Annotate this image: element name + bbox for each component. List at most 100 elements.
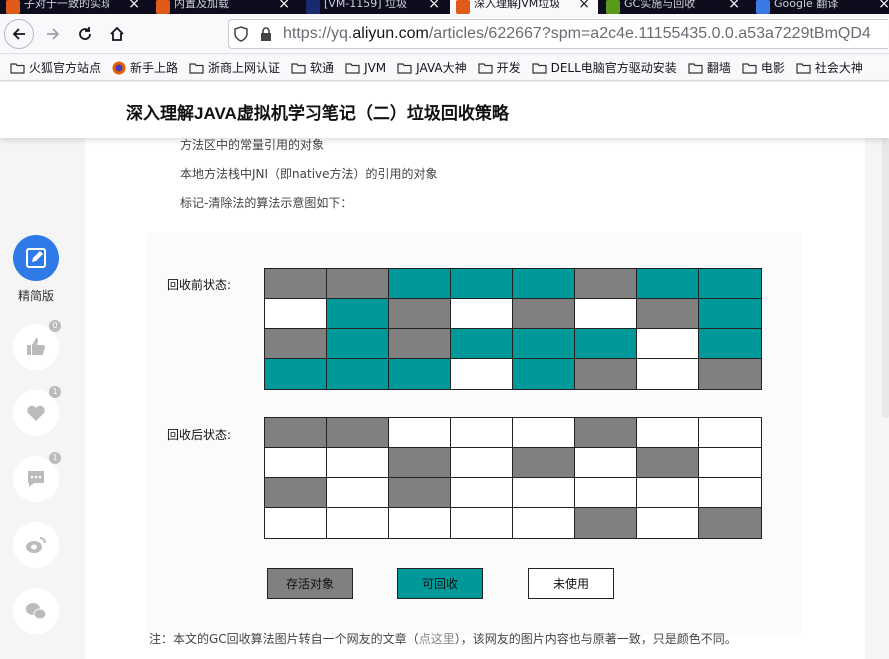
footnote-text-b: ），该网友的图片内容也与原著一致，只是颜色不同。 (454, 632, 737, 646)
bookmark-item[interactable]: JVM (345, 61, 386, 75)
before-cell-collect (451, 269, 513, 299)
tab-title: [VM-1159] 垃圾 (324, 0, 408, 9)
before-cell-collect (327, 329, 389, 359)
after-cell-free (389, 418, 451, 448)
before-cell-collect (699, 269, 761, 299)
before-cell-alive (389, 329, 451, 359)
like-count: 0 (49, 320, 61, 332)
bookmark-item[interactable]: 火狐官方站点 (10, 59, 101, 76)
article-content: 方法区中的常量引用的对象 本地方法栈中JNI（即native方法）的引用的对象 … (85, 138, 865, 659)
left-sidebar: 精简版 0 1 1 (0, 138, 85, 659)
after-cell-free (451, 508, 513, 538)
before-cell-free (637, 329, 699, 359)
tab-close-icon[interactable]: × (128, 0, 140, 12)
browser-tab[interactable]: 内置及加载 × (150, 0, 298, 14)
bookmark-item[interactable]: 浙商上网认证 (189, 59, 280, 76)
bookmark-label: 电影 (760, 61, 785, 75)
bookmark-item[interactable]: 新手上路 (112, 59, 178, 76)
browser-tab[interactable]: [VM-1159] 垃圾 × (300, 0, 448, 14)
legend-unused: 未使用 (528, 568, 614, 599)
before-cell-collect (327, 359, 389, 389)
bookmark-item[interactable]: 翻墙 (688, 59, 731, 76)
footnote: 注：本文的GC回收算法图片转自一个网友的文章（点这里），该网友的图片内容也与原著… (149, 630, 737, 647)
tab-close-icon[interactable]: × (578, 0, 590, 12)
after-cell-free (637, 478, 699, 508)
url-bar[interactable]: https://yq.aliyun.com/articles/622667?sp… (228, 19, 888, 49)
comment-count: 1 (49, 452, 61, 464)
browser-tab[interactable]: Google 翻译 × (750, 0, 889, 14)
after-cell-free (513, 418, 575, 448)
before-cell-alive (513, 299, 575, 329)
bookmark-label: DELL电脑官方驱动安装 (550, 61, 677, 75)
wechat-share-button[interactable] (13, 588, 59, 634)
before-cell-collect (513, 269, 575, 299)
tab-close-icon[interactable]: × (878, 0, 889, 12)
favorite-button[interactable]: 1 (13, 386, 61, 436)
bookmark-item[interactable]: DELL电脑官方驱动安装 (532, 59, 677, 76)
home-button[interactable] (102, 20, 132, 48)
footnote-link[interactable]: 点这里 (419, 632, 455, 646)
bookmark-item[interactable]: JAVA大神 (397, 59, 467, 76)
folder-icon (397, 62, 416, 74)
after-cell-alive (513, 448, 575, 478)
folder-icon (796, 62, 815, 74)
after-cell-alive (265, 478, 327, 508)
tab-close-icon[interactable]: × (278, 0, 290, 12)
bookmark-label: 软通 (310, 61, 335, 75)
comment-button[interactable]: 1 (13, 452, 61, 502)
shield-icon (234, 26, 248, 42)
folder-icon (345, 62, 364, 74)
before-cell-free (637, 359, 699, 389)
before-cell-free (451, 359, 513, 389)
after-memory-grid (264, 417, 762, 539)
after-cell-free (327, 478, 389, 508)
folder-icon (189, 62, 208, 74)
after-cell-alive (265, 418, 327, 448)
home-icon (110, 26, 124, 41)
tab-close-icon[interactable]: × (428, 0, 440, 12)
bookmark-item[interactable]: 开发 (477, 59, 521, 76)
after-cell-free (265, 508, 327, 538)
tab-favicon-icon (756, 0, 770, 14)
reload-button[interactable] (70, 20, 100, 48)
after-cell-free (699, 478, 761, 508)
wechat-icon (26, 603, 47, 620)
bookmark-item[interactable]: 电影 (742, 59, 785, 76)
weibo-icon (26, 537, 46, 553)
back-button[interactable] (4, 19, 34, 49)
page-scrollbar[interactable] (882, 138, 889, 418)
content-line-3: 标记-清除法的算法示意图如下： (180, 196, 353, 210)
bookmark-item[interactable]: 社会大神 (796, 59, 863, 76)
browser-tab[interactable]: GC实施与回收 × (600, 0, 748, 14)
tab-title: GC实施与回收 (624, 0, 696, 9)
before-cell-free (575, 299, 637, 329)
browser-tab[interactable]: 深入理解JVM垃圾 × (450, 0, 598, 14)
browser-tab[interactable]: 子对于一致的实现 × (0, 0, 148, 14)
after-cell-free (327, 448, 389, 478)
tab-title: 内置及加载 (174, 0, 229, 9)
mark-sweep-figure: 回收前状态: 回收后状态: 存活对象 可回收 未使用 (147, 233, 802, 635)
legend-alive: 存活对象 (267, 568, 353, 599)
after-cell-free (513, 508, 575, 538)
url-host: aliyun.com (352, 25, 429, 42)
like-button[interactable]: 0 (13, 320, 61, 370)
forward-button[interactable] (38, 20, 68, 48)
favorite-count: 1 (49, 386, 61, 398)
simple-mode-button[interactable] (13, 235, 59, 281)
after-cell-free (327, 508, 389, 538)
weibo-share-button[interactable] (13, 522, 59, 568)
edit-icon (26, 248, 46, 268)
after-cell-free (699, 448, 761, 478)
before-memory-grid (264, 268, 762, 390)
bookmark-label: 翻墙 (706, 61, 731, 75)
navigation-bar: https://yq.aliyun.com/articles/622667?sp… (0, 14, 889, 54)
reload-icon (79, 27, 91, 40)
legend-collectable: 可回收 (397, 568, 483, 599)
after-cell-free (451, 478, 513, 508)
bookmark-label: JVM (364, 60, 387, 75)
bookmark-item[interactable]: 软通 (291, 59, 334, 76)
tab-close-icon[interactable]: × (728, 0, 740, 12)
after-cell-free (265, 448, 327, 478)
tab-title: 深入理解JVM垃圾 (474, 0, 559, 9)
forward-arrow-icon (47, 28, 60, 40)
